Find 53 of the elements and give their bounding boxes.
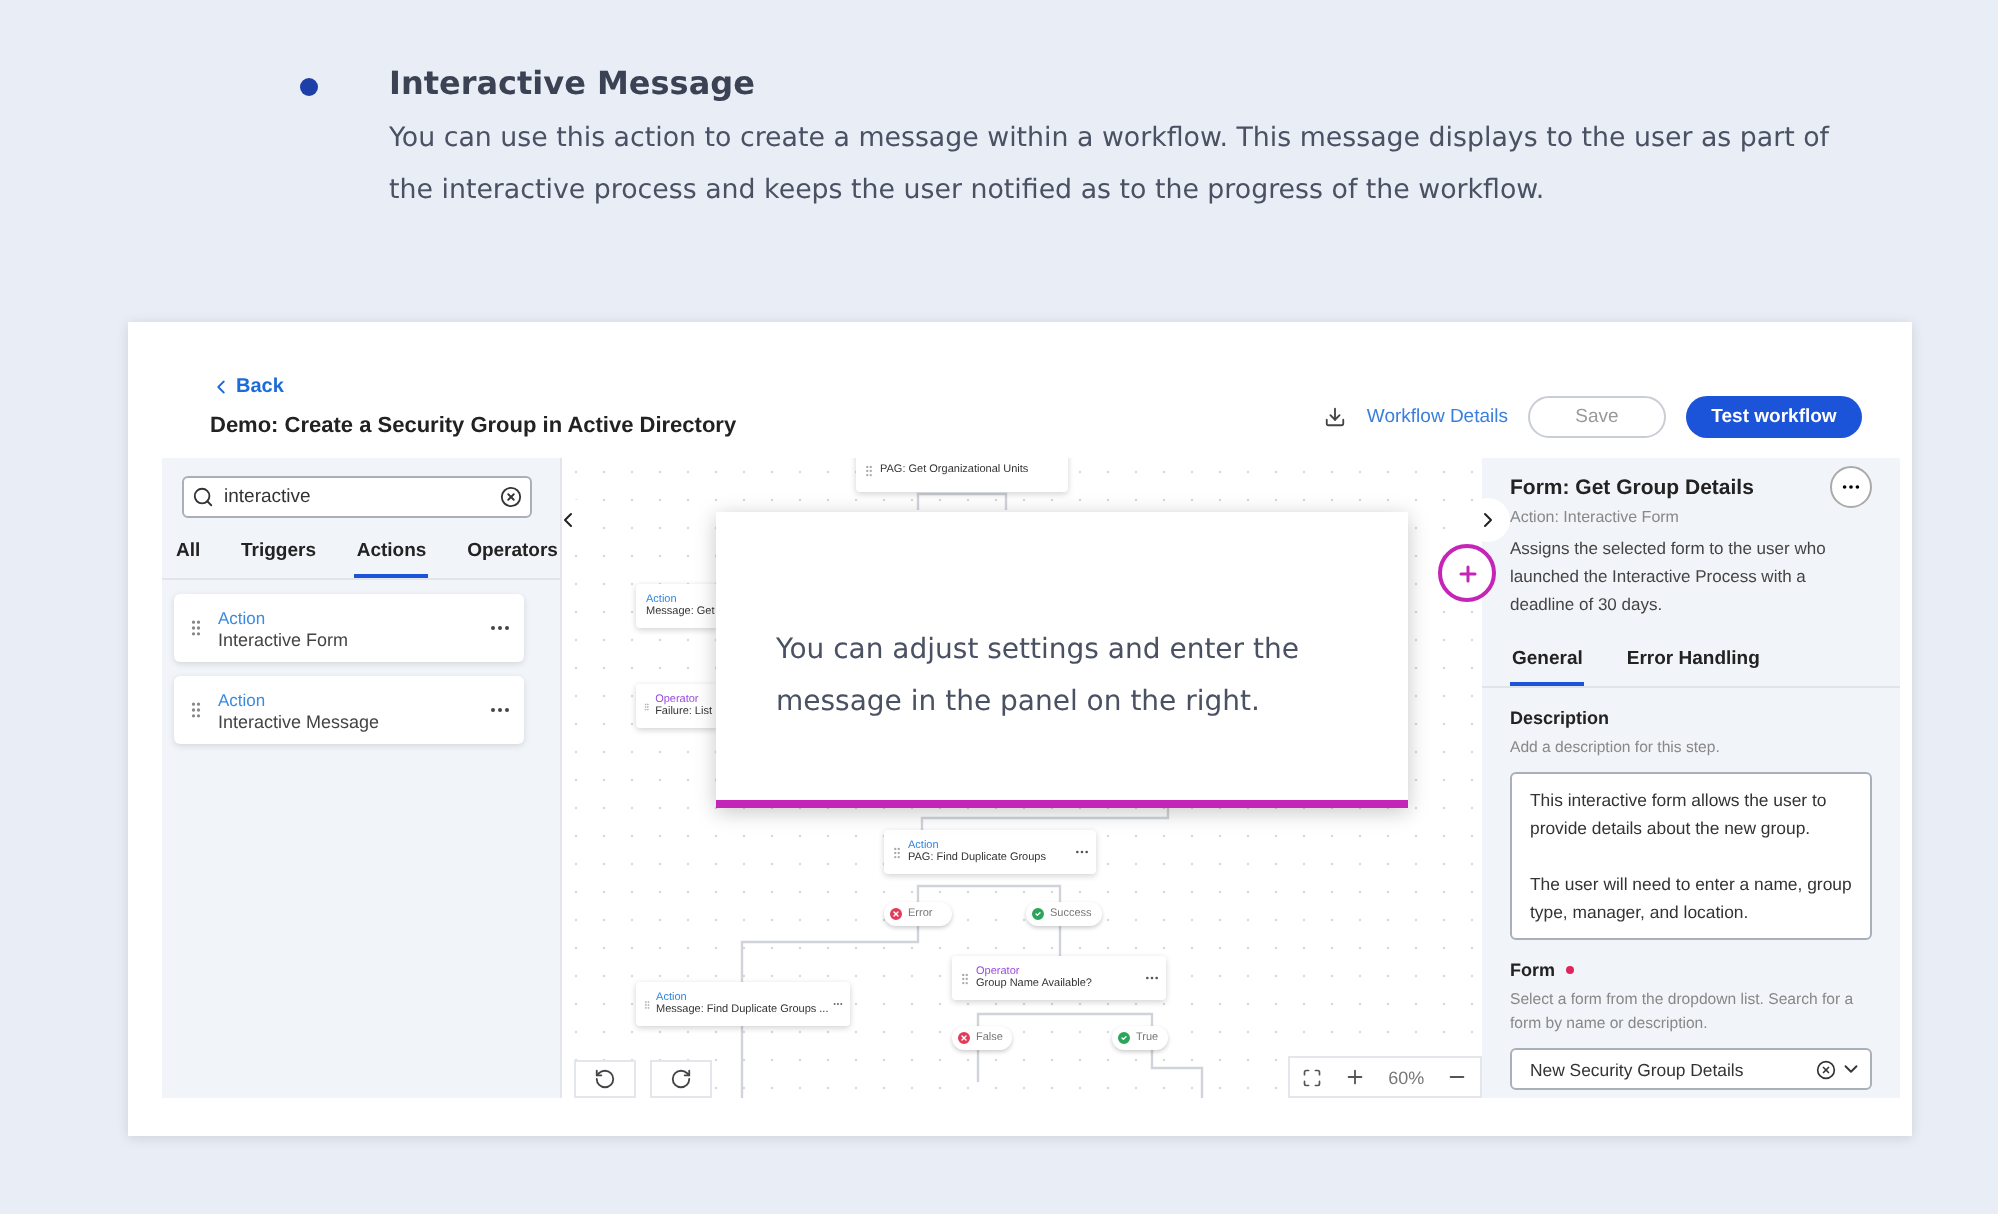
error-icon [888, 906, 904, 922]
workflow-details-link[interactable]: Workflow Details [1366, 406, 1508, 428]
error-icon [956, 1030, 972, 1046]
field-label: Form [1510, 960, 1555, 980]
drag-handle-icon[interactable] [186, 700, 206, 720]
connector-line [1058, 926, 1062, 956]
plus-icon [1343, 1066, 1366, 1088]
tooltip-text: You can adjust settings and enter the message in the panel on the right. [776, 632, 1301, 722]
field-label: Description [1510, 708, 1610, 728]
plus-icon [1455, 561, 1479, 585]
drag-handle-icon[interactable] [186, 618, 206, 638]
connector-line [740, 1026, 744, 1098]
clear-icon[interactable] [1816, 1059, 1836, 1079]
category-tab[interactable]: Operators [465, 534, 560, 578]
panel-tab[interactable]: Error Handling [1624, 642, 1762, 686]
fullscreen-button[interactable] [1301, 1067, 1322, 1087]
section-title: Interactive Message [389, 64, 757, 102]
redo-icon [670, 1068, 692, 1090]
zoom-in-button[interactable] [1343, 1066, 1366, 1088]
connector-line [1150, 1050, 1204, 1098]
test-workflow-button[interactable]: Test workflow [1686, 396, 1862, 438]
clear-icon[interactable] [500, 486, 522, 508]
fullscreen-icon [1301, 1067, 1322, 1087]
back-link[interactable]: Back [210, 376, 737, 398]
bullet [299, 78, 317, 96]
download-icon[interactable] [1324, 406, 1347, 428]
search-field[interactable]: interactive [182, 476, 532, 518]
connector-line [916, 492, 1008, 510]
undo-button[interactable] [574, 1060, 636, 1098]
item-type: Action [218, 607, 268, 627]
category-tab[interactable]: Actions [354, 534, 429, 578]
action-card[interactable]: Action Interactive Form [174, 594, 524, 662]
redo-button[interactable] [650, 1060, 712, 1098]
item-name: Interactive Form [218, 629, 351, 649]
form-dropdown[interactable]: New Security Group Details [1510, 1048, 1872, 1090]
section-text: You can use this action to create a message within a workflow. This message displays to the user as part of the interactive process and keeps the user notified as to the progress of the workflow. [389, 122, 1832, 210]
item-name: Interactive Message [218, 711, 382, 731]
check-icon [1116, 1030, 1132, 1046]
item-type: Action [218, 689, 268, 709]
step-description: Assigns the selected form to the user who launched the Interactive Process with a deadline of 30 days. [1510, 536, 1828, 618]
step-title: Form: Get Group Details [1510, 475, 1754, 499]
connector-line [976, 1050, 980, 1082]
undo-icon [594, 1068, 616, 1090]
category-tab[interactable]: Triggers [239, 534, 318, 578]
search-icon [192, 486, 214, 508]
workflow-title: Demo: Create a Security Group in Active Directory [210, 414, 737, 438]
action-card[interactable]: Action Interactive Message [174, 676, 524, 744]
zoom-level: 60% [1388, 1067, 1425, 1087]
category-tab[interactable]: All [174, 534, 203, 578]
panel-tab[interactable]: General [1510, 642, 1585, 686]
description-field[interactable]: This interactive form allows the user to provide details about the new group. The user will need to enter a name, group type, manager, and location. [1510, 772, 1872, 940]
step-subtitle: Action: Interactive Form [1510, 508, 1681, 526]
check-icon [1030, 906, 1046, 922]
